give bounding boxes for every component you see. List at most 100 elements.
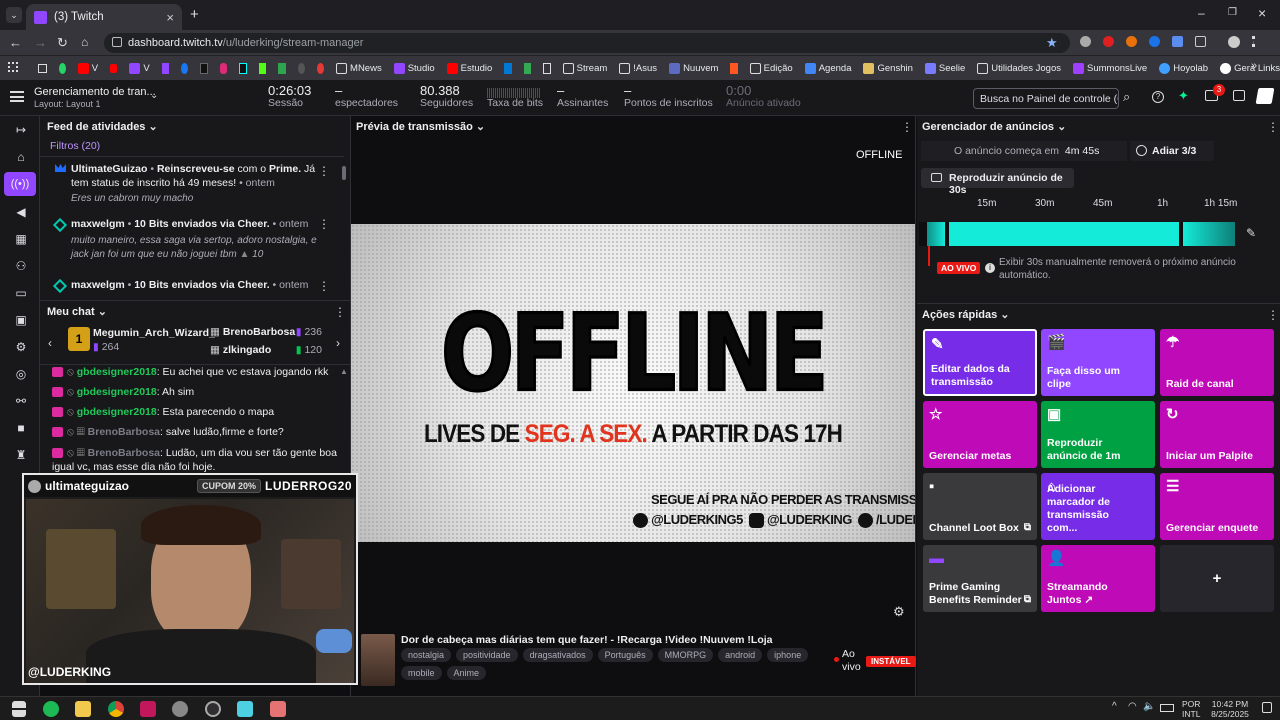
- nav-extensions-icon[interactable]: ♜: [14, 448, 28, 462]
- stream-tag[interactable]: Anime: [446, 666, 487, 680]
- back-icon[interactable]: ←: [9, 35, 22, 50]
- stream-tag[interactable]: dragsativados: [522, 648, 593, 662]
- drive-icon[interactable]: [523, 62, 531, 74]
- edit-schedule-icon[interactable]: ✎: [1246, 226, 1256, 240]
- quick-action-raid[interactable]: ☂ Raid de canal: [1160, 329, 1274, 396]
- more-options-icon[interactable]: ⋮: [318, 164, 330, 178]
- restore-button[interactable]: ❐: [1228, 7, 1237, 18]
- user-avatar[interactable]: [1255, 88, 1275, 104]
- instagram-icon[interactable]: [220, 62, 228, 74]
- app-icon[interactable]: [140, 701, 156, 717]
- facebook-icon[interactable]: [180, 62, 189, 74]
- obs-icon[interactable]: [205, 701, 221, 717]
- bookmark-icon[interactable]: [297, 62, 305, 74]
- nav-creator-camp-icon[interactable]: ⚯: [14, 394, 28, 408]
- chrome-icon[interactable]: [108, 701, 124, 717]
- notifications-icon[interactable]: [1262, 702, 1272, 713]
- quick-action-add-button[interactable]: +: [1160, 545, 1274, 612]
- home-icon[interactable]: ⌂: [81, 35, 88, 49]
- bookmark-utilidades-jogos[interactable]: Utilidades Jogos: [977, 62, 1061, 74]
- chat-message[interactable]: ⦸ ▦ BrenoBarbosa: Ludão, um dia vou ser …: [52, 446, 342, 460]
- bookmark-agenda[interactable]: Agenda: [804, 62, 851, 74]
- forward-icon[interactable]: →: [34, 35, 47, 50]
- activity-item[interactable]: maxwelgm • 10 Bits enviados via Cheer. •…: [48, 217, 334, 262]
- sparkle-icon[interactable]: ✦: [1178, 88, 1189, 104]
- minimize-button[interactable]: –: [1198, 6, 1205, 20]
- leaderboard-entry[interactable]: ▦ BrenoBarbosa ▮ 236 ▦ zlkingado ▮ 120: [210, 323, 322, 359]
- more-bookmarks-icon[interactable]: »: [1251, 60, 1257, 72]
- play-ad-30s-button[interactable]: Reproduzir anúncio de 30s: [921, 168, 1074, 196]
- delay-ad-button[interactable]: Adiar 3/3: [1130, 141, 1214, 161]
- activity-scrollbar[interactable]: [342, 166, 346, 180]
- more-options-icon[interactable]: ⋮: [334, 305, 346, 319]
- ad-manager-title[interactable]: Gerenciador de anúncios ⌄: [922, 120, 1066, 133]
- help-icon[interactable]: ?: [1152, 91, 1164, 103]
- nav-analytics-icon[interactable]: ▦: [14, 232, 28, 246]
- scroll-up-icon[interactable]: ▲: [340, 367, 348, 376]
- app-icon[interactable]: [270, 701, 286, 717]
- stream-tag[interactable]: iphone: [767, 648, 809, 662]
- apps-grid-icon[interactable]: [8, 62, 18, 72]
- more-options-icon[interactable]: ⋮: [901, 120, 913, 134]
- bookmark-youtube-v[interactable]: V: [77, 62, 98, 74]
- bookmark-icon[interactable]: [278, 62, 286, 74]
- battery-icon[interactable]: [1160, 704, 1174, 712]
- quick-actions-title[interactable]: Ações rápidas ⌄: [922, 308, 1009, 321]
- chevron-down-icon[interactable]: ⌄: [150, 90, 158, 101]
- chat-message[interactable]: ⦸ gbdesigner2018: Eu achei que vc estava…: [52, 365, 342, 379]
- nav-stream-manager-active[interactable]: ((•)): [4, 172, 36, 196]
- quick-action-stream-marker[interactable]: ⌂ Adicionar marcador de transmissão com..…: [1041, 473, 1155, 540]
- dashboard-search-input[interactable]: Busca no Painel de controle (C: [973, 88, 1119, 109]
- activity-filters-link[interactable]: Filtros (20): [50, 140, 100, 152]
- stream-tag[interactable]: MMORPG: [657, 648, 714, 662]
- extension-icon[interactable]: [1149, 36, 1160, 47]
- leaderboard-next-icon[interactable]: ›: [336, 336, 340, 350]
- reload-icon[interactable]: ↻: [57, 35, 68, 51]
- hamburger-menu-icon[interactable]: [10, 91, 24, 102]
- leaderboard-rank-1[interactable]: 1: [68, 327, 90, 351]
- extension-icon[interactable]: [1080, 36, 1091, 47]
- nav-video-icon[interactable]: ■: [14, 421, 28, 435]
- menu-kebab-icon[interactable]: [1252, 36, 1255, 47]
- chat-message[interactable]: ⦸ gbdesigner2018: Esta parecendo o mapa: [52, 405, 342, 419]
- preview-title[interactable]: Prévia de transmissão ⌄: [356, 120, 485, 133]
- whisper-icon[interactable]: [1233, 90, 1245, 101]
- more-options-icon[interactable]: ⋮: [1267, 120, 1279, 134]
- activity-item[interactable]: maxwelgm • 10 Bits enviados via Cheer. •…: [48, 278, 334, 294]
- stream-tag[interactable]: mobile: [401, 666, 442, 680]
- language-indicator[interactable]: POR INTL: [1182, 699, 1200, 719]
- activity-item[interactable]: UltimateGuizao • Reinscreveu-se com o Pr…: [48, 162, 334, 206]
- spotify-icon[interactable]: [43, 701, 59, 717]
- whatsapp-icon[interactable]: [58, 62, 66, 74]
- expand-nav-icon[interactable]: ↦: [14, 123, 28, 137]
- bookmark-icon[interactable]: [316, 62, 325, 74]
- quick-action-play-ad-1m[interactable]: ▣ Reproduzir anúncio de 1m: [1041, 401, 1155, 468]
- windows-start-icon[interactable]: [12, 701, 26, 717]
- quick-action-poll[interactable]: ☰ Gerenciar enquete: [1160, 473, 1274, 540]
- volume-icon[interactable]: 🔈: [1143, 701, 1155, 712]
- more-options-icon[interactable]: ⋮: [318, 279, 330, 293]
- leaderboard-prev-icon[interactable]: ‹: [48, 336, 52, 350]
- puzzle-icon[interactable]: [1195, 36, 1206, 47]
- wifi-icon[interactable]: ◠: [1128, 701, 1137, 712]
- bookmark-asus[interactable]: !Asus: [619, 62, 657, 74]
- bookmark-stream[interactable]: Stream: [562, 62, 607, 74]
- twitch-icon[interactable]: [161, 62, 169, 74]
- new-tab-button[interactable]: +: [190, 6, 199, 23]
- stream-tag[interactable]: nostalgia: [401, 648, 452, 662]
- quick-action-clip[interactable]: 🎬 Faça disso um clipe: [1041, 329, 1155, 396]
- activity-feed-title[interactable]: Feed de atividades ⌄: [47, 120, 158, 133]
- kick-icon[interactable]: [259, 62, 267, 74]
- close-tab-icon[interactable]: ×: [166, 10, 174, 25]
- quick-action-loot-box[interactable]: ▪ Channel Loot Box ⧉: [923, 473, 1037, 540]
- outlook-icon[interactable]: [504, 62, 512, 74]
- address-bar[interactable]: dashboard.twitch.tv/u/luderking/stream-m…: [104, 33, 1070, 53]
- layout-selector[interactable]: Gerenciamento de tran... Layout: Layout …: [34, 86, 156, 110]
- grid-icon[interactable]: [730, 62, 738, 74]
- quick-action-prediction[interactable]: ↻ Iniciar um Palpite: [1160, 401, 1274, 468]
- more-options-icon[interactable]: ⋮: [1267, 308, 1279, 322]
- clock[interactable]: 10:42 PM 8/25/2025: [1206, 699, 1254, 719]
- tab-search-icon[interactable]: ⌄: [6, 7, 22, 23]
- bookmark-nuuvem[interactable]: Nuuvem: [669, 62, 718, 74]
- file-explorer-icon[interactable]: [75, 701, 91, 717]
